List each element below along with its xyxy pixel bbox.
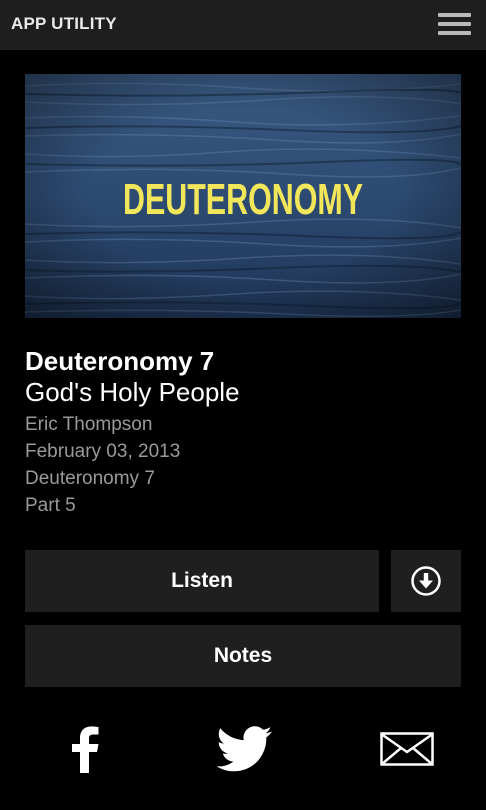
sermon-date: February 03, 2013	[25, 441, 181, 462]
download-button[interactable]	[391, 550, 461, 612]
speaker-name: Eric Thompson	[25, 414, 153, 435]
twitter-share-button[interactable]	[214, 724, 276, 774]
notes-button[interactable]: Notes	[25, 625, 461, 687]
top-bar: APP UTILITY	[0, 0, 486, 50]
download-circle-icon	[411, 566, 441, 596]
sermon-subtitle: God's Holy People	[25, 377, 240, 407]
series-name: Deuteronomy 7	[25, 468, 155, 489]
email-icon	[380, 732, 434, 766]
hamburger-menu-icon[interactable]	[438, 13, 472, 37]
part-label: Part 5	[25, 495, 76, 516]
email-share-button[interactable]	[378, 724, 436, 774]
facebook-share-button[interactable]	[60, 724, 110, 774]
artwork-image: DEUTERONOMY	[25, 74, 461, 318]
facebook-icon	[72, 726, 99, 773]
listen-button[interactable]: Listen	[25, 550, 379, 612]
artwork-text: DEUTERONOMY	[123, 175, 363, 224]
twitter-icon	[217, 726, 272, 772]
notes-label: Notes	[213, 644, 273, 667]
sermon-title: Deuteronomy 7	[25, 346, 215, 376]
app-title: APP UTILITY	[11, 14, 117, 33]
listen-label: Listen	[171, 569, 233, 592]
sermon-artwork: DEUTERONOMY	[25, 74, 461, 318]
